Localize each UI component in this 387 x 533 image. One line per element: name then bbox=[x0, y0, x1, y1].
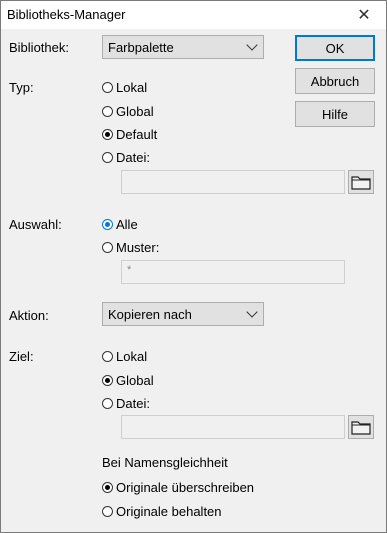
library-manager-dialog: Bibliotheks-Manager ✕ Bibliothek: Farbpa… bbox=[0, 0, 387, 533]
action-select[interactable]: Kopieren nach bbox=[102, 302, 264, 326]
chevron-down-icon bbox=[246, 306, 258, 318]
radio-indicator bbox=[102, 481, 113, 493]
ok-button-label: OK bbox=[325, 40, 345, 56]
type-file-field[interactable] bbox=[121, 170, 345, 194]
radio-indicator bbox=[102, 151, 113, 163]
library-select[interactable]: Farbpalette bbox=[102, 35, 264, 59]
conflict-option-overwrite[interactable]: Originale überschreiben bbox=[102, 479, 254, 495]
pattern-value: * bbox=[127, 264, 132, 276]
type-option-global[interactable]: Global bbox=[102, 103, 154, 119]
conflict-option-keep[interactable]: Originale behalten bbox=[102, 503, 222, 519]
radio-label: Alle bbox=[116, 216, 138, 232]
cancel-button[interactable]: Abbruch bbox=[295, 68, 375, 94]
chevron-down-icon bbox=[246, 39, 258, 51]
library-select-value: Farbpalette bbox=[108, 40, 174, 55]
pattern-field[interactable]: * bbox=[121, 260, 345, 284]
radio-label: Originale überschreiben bbox=[116, 479, 255, 495]
window-title: Bibliotheks-Manager bbox=[7, 7, 126, 22]
folder-icon bbox=[351, 421, 371, 435]
target-label: Ziel: bbox=[9, 349, 34, 364]
radio-label: Lokal bbox=[116, 348, 148, 364]
library-label: Bibliothek: bbox=[9, 40, 69, 55]
action-label: Aktion: bbox=[9, 308, 49, 323]
target-file-field[interactable] bbox=[121, 415, 345, 439]
target-option-local[interactable]: Lokal bbox=[102, 348, 147, 364]
radio-indicator bbox=[102, 218, 113, 230]
type-option-default[interactable]: Default bbox=[102, 126, 157, 142]
radio-indicator bbox=[102, 350, 113, 362]
radio-indicator bbox=[102, 128, 113, 140]
type-option-local[interactable]: Lokal bbox=[102, 79, 147, 95]
radio-label: Datei: bbox=[116, 149, 150, 165]
radio-indicator bbox=[102, 105, 113, 117]
radio-label: Datei: bbox=[116, 395, 150, 411]
radio-indicator bbox=[102, 505, 113, 517]
radio-indicator bbox=[102, 81, 113, 93]
title-bar: Bibliotheks-Manager ✕ bbox=[1, 1, 386, 29]
close-icon: ✕ bbox=[357, 7, 371, 24]
help-button[interactable]: Hilfe bbox=[295, 101, 375, 127]
name-conflict-heading: Bei Namensgleichheit bbox=[102, 455, 228, 470]
type-label: Typ: bbox=[9, 80, 34, 95]
action-select-value: Kopieren nach bbox=[108, 307, 192, 322]
type-browse-button[interactable] bbox=[348, 170, 374, 194]
radio-indicator bbox=[102, 397, 113, 409]
folder-icon bbox=[351, 176, 371, 190]
radio-label: Global bbox=[116, 372, 154, 388]
help-button-label: Hilfe bbox=[321, 106, 348, 122]
target-option-file[interactable]: Datei: bbox=[102, 395, 150, 411]
ok-button[interactable]: OK bbox=[295, 35, 375, 61]
type-option-file[interactable]: Datei: bbox=[102, 149, 150, 165]
radio-label: Default bbox=[116, 126, 158, 142]
selection-label: Auswahl: bbox=[9, 217, 62, 232]
radio-indicator bbox=[102, 241, 113, 253]
target-browse-button[interactable] bbox=[348, 415, 374, 439]
cancel-button-label: Abbruch bbox=[310, 73, 360, 89]
close-button[interactable]: ✕ bbox=[342, 1, 386, 29]
radio-label: Muster: bbox=[116, 239, 160, 255]
selection-option-pattern[interactable]: Muster: bbox=[102, 239, 159, 255]
selection-option-all[interactable]: Alle bbox=[102, 216, 138, 232]
radio-label: Originale behalten bbox=[116, 503, 222, 519]
radio-indicator bbox=[102, 374, 113, 386]
radio-label: Global bbox=[116, 103, 154, 119]
target-option-global[interactable]: Global bbox=[102, 372, 154, 388]
radio-label: Lokal bbox=[116, 79, 148, 95]
